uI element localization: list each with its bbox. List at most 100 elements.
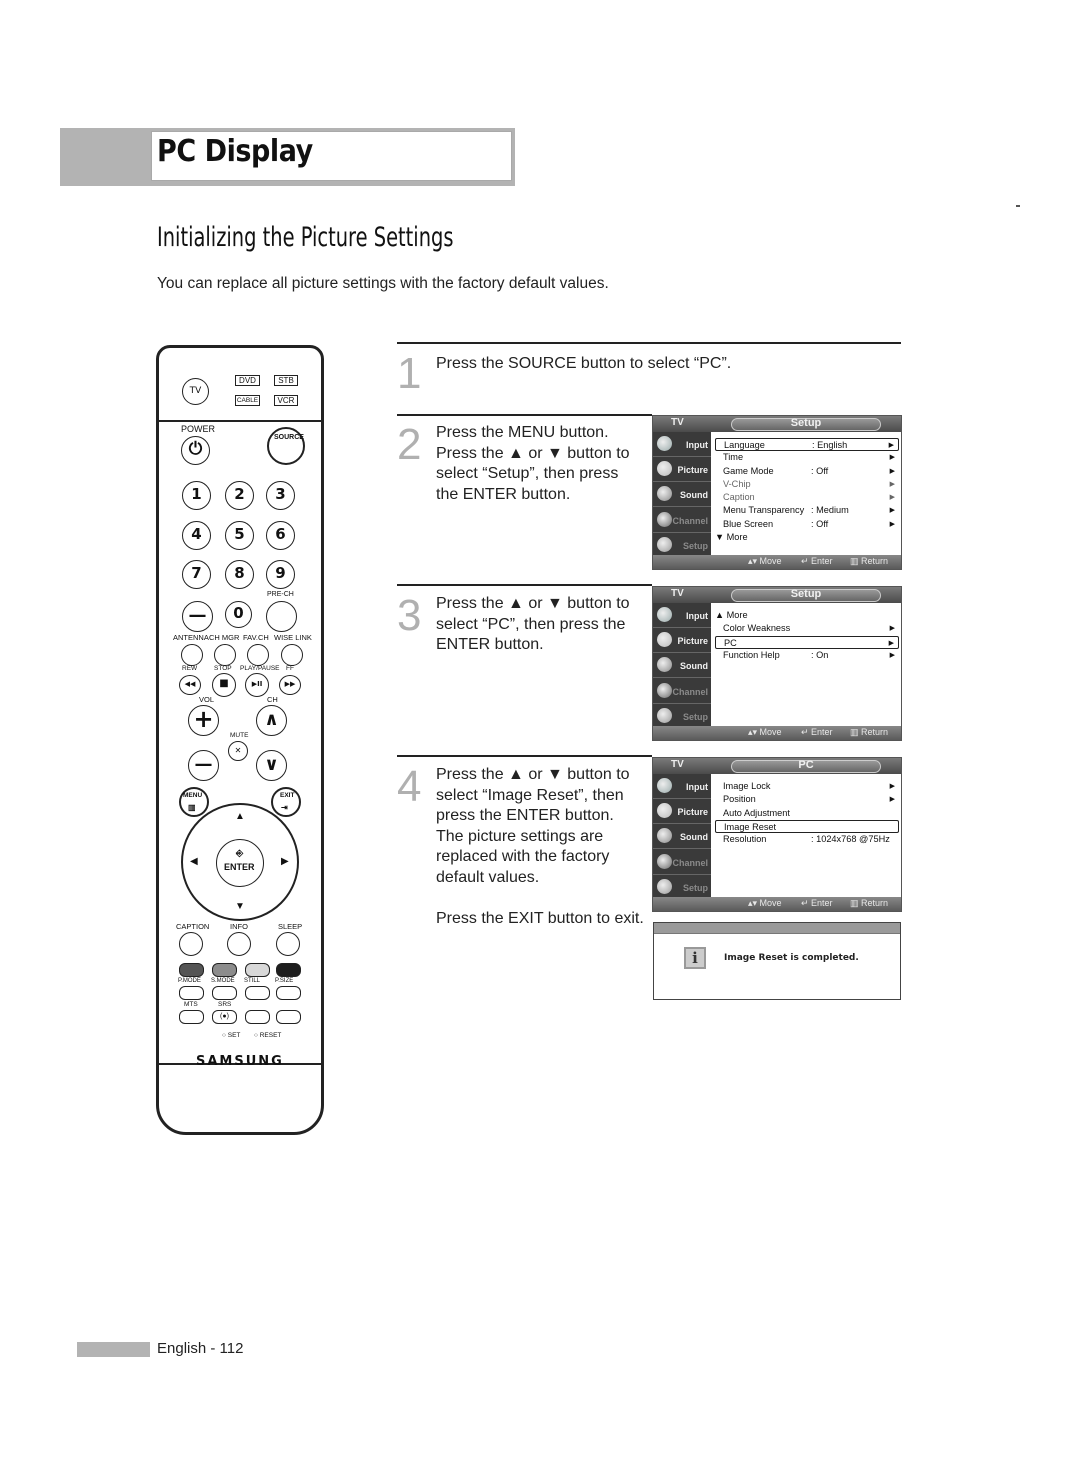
osd-menu-item[interactable]: ▼ More xyxy=(715,531,899,544)
s-mode-button[interactable] xyxy=(212,986,237,1000)
step-divider xyxy=(397,755,652,757)
color-key-3[interactable] xyxy=(245,963,270,977)
osd-menu-item[interactable]: Resolution: 1024x768 @75Hz xyxy=(715,833,899,846)
digit-7-button[interactable]: 7 xyxy=(182,560,211,589)
enter-button[interactable]: ⎆ ENTER xyxy=(216,839,264,887)
osd-move-hint: ▴▾ Move xyxy=(748,556,782,566)
color-key-1[interactable] xyxy=(179,963,204,977)
osd-sidebar-item[interactable]: Input xyxy=(653,603,711,628)
sleep-button[interactable] xyxy=(276,932,300,956)
wise-link-button[interactable] xyxy=(281,644,303,666)
caption-button[interactable] xyxy=(179,932,203,956)
osd-menu-item[interactable]: Image Lock ▶ xyxy=(715,780,899,793)
digit-3-button[interactable]: 3 xyxy=(266,481,295,510)
channel-icon xyxy=(657,682,672,698)
mts-button[interactable] xyxy=(179,1010,204,1024)
nav-right-button[interactable]: ▶ xyxy=(281,856,289,867)
sleep-label: SLEEP xyxy=(278,922,303,931)
osd-menu-item[interactable]: Color Weakness ▶ xyxy=(715,622,899,635)
source-button[interactable]: SOURCE xyxy=(267,427,305,465)
digit-8-button[interactable]: 8 xyxy=(225,560,254,589)
osd-menu-item[interactable]: Function Help: On ▶ xyxy=(715,649,899,662)
osd-menu-item[interactable]: Image Reset xyxy=(715,819,899,834)
srs-button[interactable]: (●) xyxy=(212,1010,237,1024)
osd-sidebar-item[interactable]: Picture xyxy=(653,628,711,654)
digit-1-button[interactable]: 1 xyxy=(182,481,211,510)
step-line: press the ENTER button. xyxy=(436,807,614,824)
ch-up-button[interactable]: ∧ xyxy=(256,705,287,736)
info-button[interactable] xyxy=(227,932,251,956)
osd-return-hint: ▥ Return xyxy=(850,556,889,566)
osd-menu-item[interactable]: V-Chip ▶ xyxy=(715,478,899,491)
osd-sidebar-item[interactable]: Channel xyxy=(653,850,711,875)
vcr-button[interactable]: VCR xyxy=(274,395,298,406)
stop-button[interactable]: ■ xyxy=(212,673,236,697)
nav-left-button[interactable]: ◀ xyxy=(190,856,198,867)
digit-2-button[interactable]: 2 xyxy=(225,481,254,510)
chevron-right-icon: ▶ xyxy=(889,467,895,475)
osd-sidebar-label: Channel xyxy=(672,515,708,526)
vol-up-button[interactable]: + xyxy=(188,705,219,736)
osd-menu-item[interactable]: Position ▶ xyxy=(715,793,899,806)
step-line: the ENTER button. xyxy=(436,485,571,503)
play-pause-button[interactable]: ▶II xyxy=(245,673,269,697)
mute-button[interactable]: ✕ xyxy=(228,741,248,761)
tv-button[interactable]: TV xyxy=(182,378,209,405)
osd-sidebar-item[interactable]: Picture xyxy=(653,799,711,825)
ff-button[interactable]: ▶▶ xyxy=(279,675,301,695)
osd-sidebar-item[interactable]: Sound xyxy=(653,653,711,679)
osd-sidebar-item[interactable]: Picture xyxy=(653,457,711,483)
osd-sidebar-item[interactable]: Sound xyxy=(653,824,711,850)
color-key-4[interactable] xyxy=(276,963,301,977)
ch-down-button[interactable]: ∨ xyxy=(256,750,287,781)
osd-sidebar-item[interactable]: Channel xyxy=(653,679,711,704)
vol-down-button[interactable]: — xyxy=(188,750,219,781)
pre-ch-button[interactable] xyxy=(266,601,297,632)
nav-down-button[interactable]: ▼ xyxy=(235,901,245,912)
osd-menu-item[interactable]: Menu Transparency: Medium ▶ xyxy=(715,504,899,517)
osd-menu-item[interactable]: Blue Screen: Off ▶ xyxy=(715,518,899,531)
osd-menu-item[interactable]: ▲ More xyxy=(715,609,899,622)
digit-9-button[interactable]: 9 xyxy=(266,560,295,589)
osd-move-hint: ▴▾ Move xyxy=(748,727,782,737)
rew-button[interactable]: ◀◀ xyxy=(179,675,201,695)
power-button[interactable]: ⏻ xyxy=(181,436,210,465)
digit-5-button[interactable]: 5 xyxy=(225,521,254,550)
set-switch[interactable]: ○ SET xyxy=(222,1032,240,1039)
zero-button[interactable]: 0 xyxy=(225,601,252,628)
info-icon: i xyxy=(684,947,706,969)
osd-menu-item[interactable]: Game Mode: Off ▶ xyxy=(715,465,899,478)
osd-sidebar-item[interactable]: Sound xyxy=(653,482,711,508)
chevron-right-icon: ▶ xyxy=(889,625,895,633)
osd-menu-item[interactable]: Auto Adjustment xyxy=(715,807,899,820)
digit-4-button[interactable]: 4 xyxy=(182,521,211,550)
osd-sidebar-item[interactable]: Channel xyxy=(653,508,711,533)
blank-button[interactable] xyxy=(276,1010,301,1024)
fav-ch-button[interactable] xyxy=(247,644,269,666)
antenna-button[interactable] xyxy=(181,644,203,666)
dvd-button[interactable]: DVD xyxy=(235,375,260,386)
step-text: Press the SOURCE button to select “PC”. xyxy=(436,354,766,375)
osd-menu-item[interactable]: Caption ▶ xyxy=(715,491,899,504)
osd-sidebar-item[interactable]: Input xyxy=(653,774,711,799)
p-mode-button[interactable] xyxy=(179,986,204,1000)
digit-6-button[interactable]: 6 xyxy=(266,521,295,550)
blank-button[interactable] xyxy=(245,1010,270,1024)
osd-sidebar-item[interactable]: Input xyxy=(653,432,711,457)
still-button[interactable] xyxy=(245,986,270,1000)
osd-item-label: Auto Adjustment xyxy=(723,807,790,818)
exit-button[interactable]: EXIT ⇥ xyxy=(271,787,301,817)
ch-mgr-button[interactable] xyxy=(214,644,236,666)
osd-menu-item[interactable]: Language: English ▶ xyxy=(715,438,899,452)
sound-icon xyxy=(657,486,672,502)
stb-button[interactable]: STB xyxy=(274,375,298,386)
reset-switch[interactable]: ○ RESET xyxy=(254,1032,281,1039)
osd-menu-item[interactable]: Time ▶ xyxy=(715,451,899,464)
cable-button[interactable]: CABLE xyxy=(235,395,260,406)
p-size-button[interactable] xyxy=(276,986,301,1000)
osd-menu-item[interactable]: PC ▶ xyxy=(715,635,899,649)
color-key-2[interactable] xyxy=(212,963,237,977)
nav-up-button[interactable]: ▲ xyxy=(235,811,245,822)
menu-button[interactable]: MENU ▥ xyxy=(179,787,209,817)
dash-button[interactable]: — xyxy=(182,601,213,632)
